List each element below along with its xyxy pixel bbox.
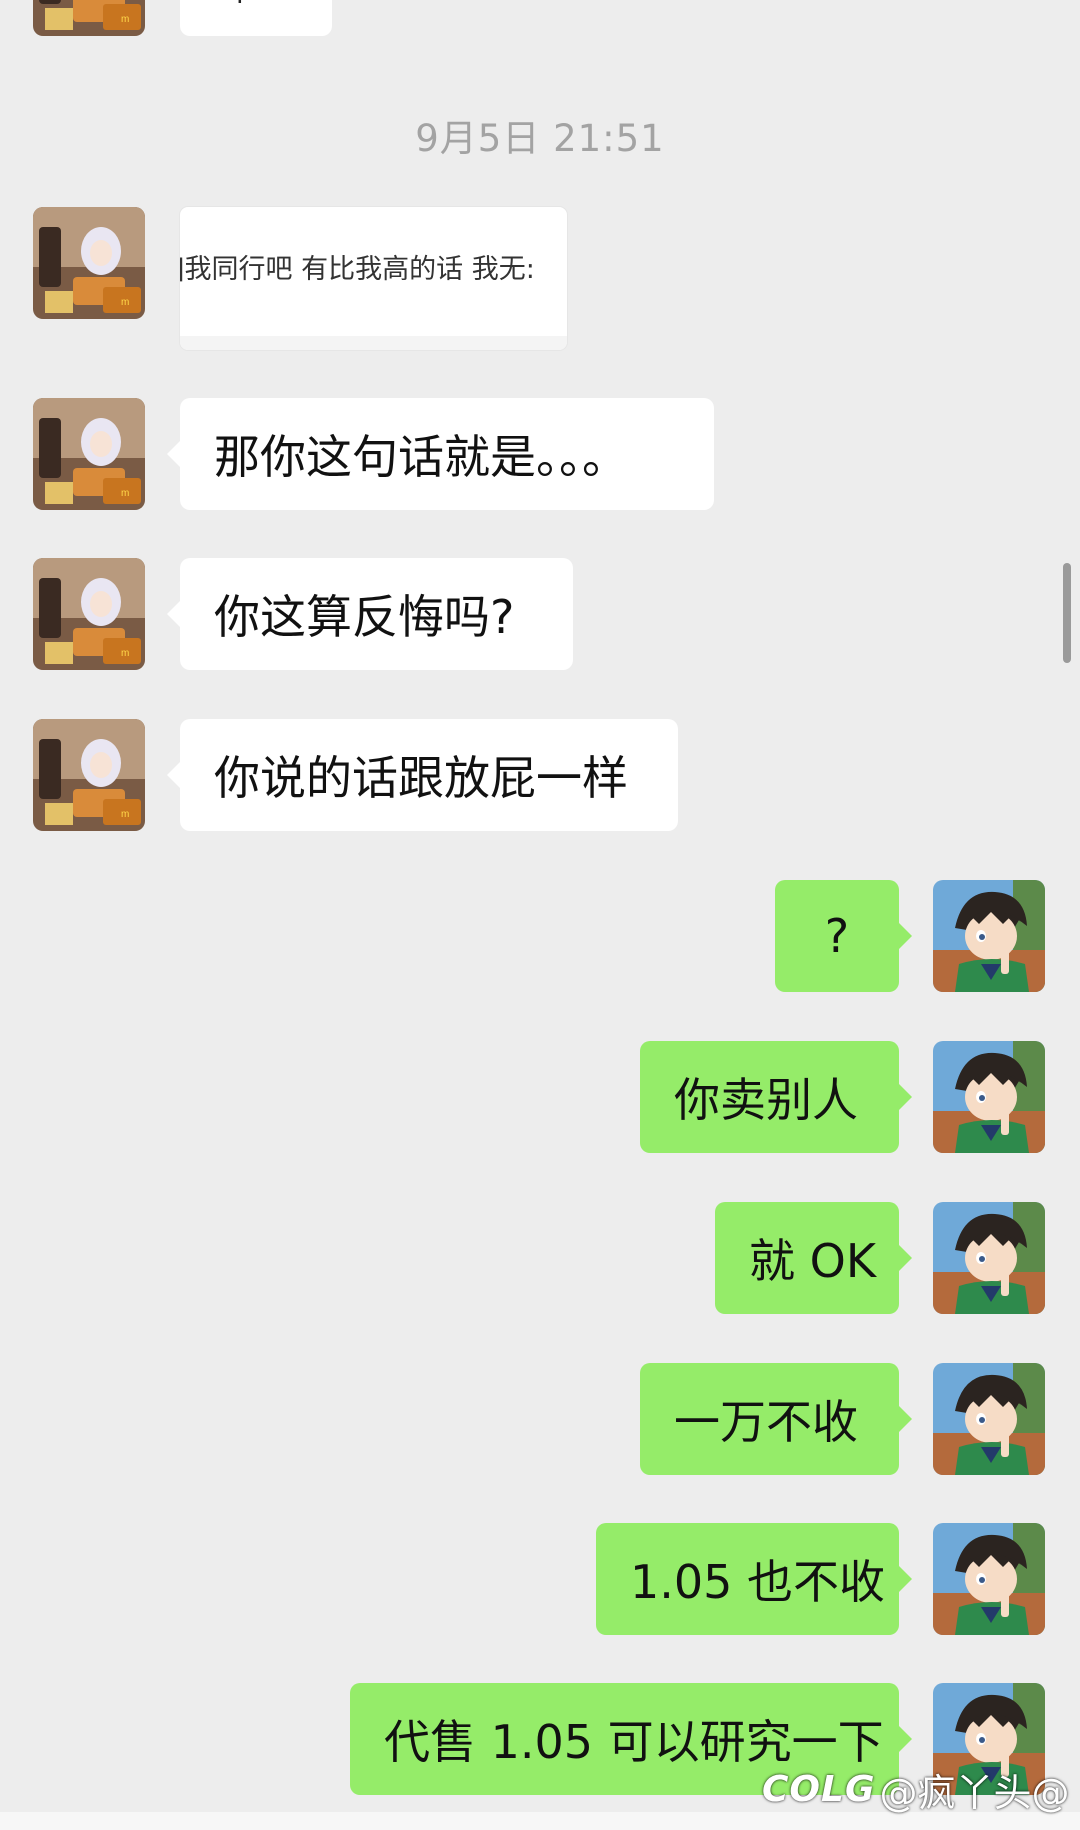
- message-timestamp: 9月5日 21:51: [415, 117, 665, 160]
- self-avatar[interactable]: [933, 1523, 1045, 1635]
- contact-avatar[interactable]: m: [33, 719, 145, 831]
- image-message-text: ]我同行吧 有比我高的话 我无:: [180, 254, 535, 285]
- message-text: 就 OK: [749, 1234, 876, 1288]
- partial-text: ·: [236, 0, 244, 16]
- message-text: 你说的话跟放屁一样: [214, 751, 628, 805]
- anime-girl-avatar-icon: m: [33, 719, 145, 831]
- contact-avatar[interactable]: m: [33, 0, 145, 36]
- message-bubble-partial[interactable]: ·: [180, 0, 332, 36]
- outgoing-message[interactable]: 一万不收: [640, 1363, 912, 1475]
- outgoing-message[interactable]: 就 OK: [715, 1202, 912, 1314]
- scrollbar-thumb[interactable]: [1063, 563, 1071, 663]
- anime-girl-avatar-icon: m: [33, 0, 145, 36]
- chat-view[interactable]: m · 9月5日 21:51 m ]我同行吧 有比我高的话 我无: m 那你这句…: [0, 0, 1080, 1830]
- svg-text:m: m: [121, 14, 129, 25]
- message-text: 你卖别人: [674, 1073, 858, 1127]
- outgoing-message[interactable]: ?: [775, 880, 912, 992]
- self-avatar[interactable]: [933, 1202, 1045, 1314]
- contact-avatar[interactable]: m: [33, 207, 145, 319]
- anime-girl-avatar-icon: m: [33, 398, 145, 510]
- self-avatar[interactable]: [933, 880, 1045, 992]
- contact-avatar[interactable]: m: [33, 558, 145, 670]
- incoming-message[interactable]: 你这算反悔吗?: [167, 558, 573, 670]
- svg-text:m: m: [121, 488, 129, 499]
- incoming-message[interactable]: 那你这句话就是。。。: [167, 398, 714, 510]
- watermark: COLG @疯丫头@: [762, 1762, 1070, 1817]
- outgoing-message[interactable]: 你卖别人: [640, 1041, 912, 1153]
- detective-boy-avatar-icon: [933, 1041, 1045, 1153]
- message-text: 一万不收: [674, 1395, 858, 1449]
- svg-text:m: m: [121, 297, 129, 308]
- watermark-handle: @疯丫头@: [879, 1771, 1070, 1815]
- anime-girl-avatar-icon: m: [33, 558, 145, 670]
- message-text: 你这算反悔吗?: [214, 590, 515, 644]
- svg-text:m: m: [121, 648, 129, 659]
- watermark-brand: COLG: [762, 1769, 876, 1810]
- contact-avatar[interactable]: m: [33, 398, 145, 510]
- detective-boy-avatar-icon: [933, 1363, 1045, 1475]
- anime-girl-avatar-icon: m: [33, 207, 145, 319]
- self-avatar[interactable]: [933, 1041, 1045, 1153]
- incoming-message[interactable]: 你说的话跟放屁一样: [167, 719, 678, 831]
- message-text: 1.05 也不收: [630, 1555, 886, 1609]
- message-text: ?: [824, 909, 850, 963]
- image-message-shade: [180, 336, 567, 350]
- svg-text:m: m: [121, 809, 129, 820]
- detective-boy-avatar-icon: [933, 880, 1045, 992]
- detective-boy-avatar-icon: [933, 1202, 1045, 1314]
- outgoing-message[interactable]: 1.05 也不收: [596, 1523, 912, 1635]
- detective-boy-avatar-icon: [933, 1523, 1045, 1635]
- message-text: 那你这句话就是。。。: [214, 430, 628, 484]
- self-avatar[interactable]: [933, 1363, 1045, 1475]
- image-message-card[interactable]: ]我同行吧 有比我高的话 我无:: [180, 207, 567, 350]
